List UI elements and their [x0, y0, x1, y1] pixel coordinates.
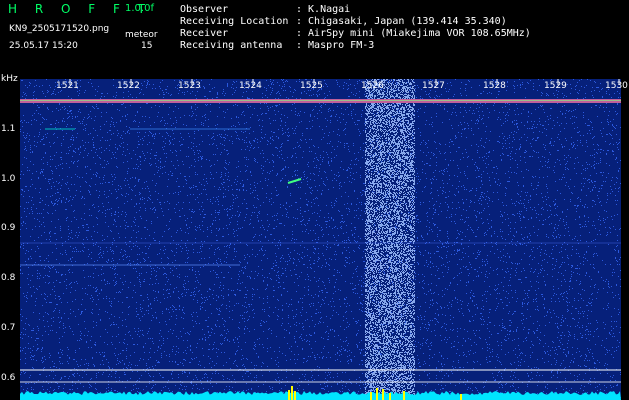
meteor-count: 15 [141, 41, 153, 51]
antenna-label: Receiving antenna [180, 40, 283, 51]
carrier-line-core [20, 100, 621, 101]
y-tick-label: 0.9 [1, 223, 16, 233]
observer-label: Observer [180, 4, 229, 15]
spectrogram-plot [20, 79, 621, 400]
meteor-spike [370, 392, 372, 400]
x-tick-label: 1527 [422, 81, 445, 91]
x-tick-label: 1523 [178, 81, 201, 91]
meteor-spike [389, 393, 391, 400]
noise-field [20, 79, 621, 400]
meteor-spike [403, 391, 405, 400]
antenna-value: : Maspro FM-3 [296, 40, 375, 51]
x-tick-label: 1524 [239, 81, 262, 91]
receiver-value: : AirSpy mini (Miakejima VOR 108.65MHz) [296, 28, 531, 39]
meteor-label: meteor [125, 30, 158, 40]
meteor-spike [291, 386, 293, 400]
x-tick-label: 1526 [361, 81, 384, 91]
y-tick-label: 1.1 [1, 124, 16, 134]
x-tick-label: 1528 [483, 81, 506, 91]
location-value: : Chigasaki, Japan (139.414 35.340) [296, 16, 507, 27]
date-time: 25.05.17 15:20 [9, 41, 78, 51]
meteor-echo [287, 178, 302, 184]
meteor-spike [288, 390, 290, 400]
header-panel: H R O F F T 1.0.0f KN9_2505171520.png me… [0, 0, 629, 78]
observer-value: : K.Nagai [296, 4, 351, 15]
power-trace [20, 391, 621, 400]
meteor-spike [294, 391, 296, 400]
meteor-spike [382, 389, 384, 400]
y-tick-label: 0.7 [1, 323, 16, 333]
file-name: KN9_2505171520.png [9, 24, 110, 34]
x-tick-label: 1529 [544, 81, 567, 91]
meteor-spike [376, 388, 378, 400]
y-tick-label: 0.8 [1, 273, 16, 283]
x-tick-label: 1521 [56, 81, 79, 91]
spectrogram-canvas [20, 79, 621, 400]
x-tick-label: 1525 [300, 81, 323, 91]
app-version: 1.0.0f [125, 3, 154, 14]
receiver-label: Receiver [180, 28, 229, 39]
x-tick-label: 1522 [117, 81, 140, 91]
y-tick-label: 0.6 [1, 373, 16, 383]
interference-band [365, 79, 415, 400]
location-label: Receiving Location [180, 16, 289, 27]
y-tick-label: 1.0 [1, 174, 16, 184]
meteor-spike [460, 394, 462, 400]
x-tick-label: 1530 [605, 81, 628, 91]
y-axis-unit: kHz [1, 74, 18, 84]
